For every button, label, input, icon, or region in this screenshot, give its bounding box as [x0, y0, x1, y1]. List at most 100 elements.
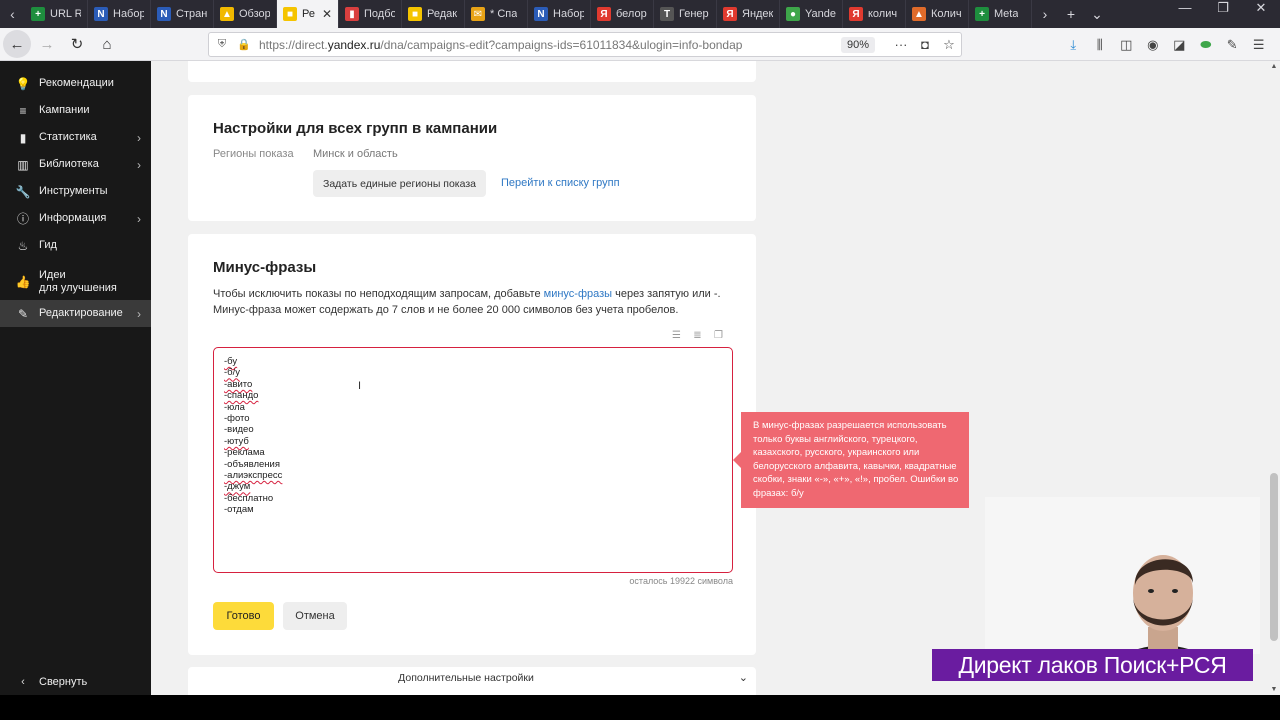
- library-icon: ▥: [17, 157, 29, 172]
- browser-tab[interactable]: ▮ Подбо: [339, 0, 402, 28]
- tab-close-icon[interactable]: ✕: [322, 7, 332, 21]
- toggle-extension-icon[interactable]: ⬬: [1193, 37, 1220, 53]
- minus-phrase-line: -б/у: [224, 367, 722, 378]
- page-scrollbar[interactable]: ▲ ▼: [1268, 61, 1280, 695]
- minus-phrases-link[interactable]: минус-фразы: [544, 288, 612, 300]
- browser-tab[interactable]: + URL R: [25, 0, 88, 28]
- browser-tab[interactable]: ✉ * Спа: [465, 0, 528, 28]
- wrench-icon: 🔧: [15, 184, 31, 199]
- more-dots-icon[interactable]: ···: [889, 37, 913, 52]
- download-icon[interactable]: ⤓: [1060, 37, 1087, 53]
- restore-icon[interactable]: ❐: [1204, 0, 1242, 28]
- bookmark-star-icon[interactable]: ☆: [937, 37, 961, 53]
- browser-tab[interactable]: ■ Редак: [402, 0, 465, 28]
- sidebar-item-lightbulb[interactable]: 💡 Рекомендации: [0, 70, 151, 97]
- chevron-down-icon[interactable]: ⌄: [739, 671, 748, 684]
- window-close-icon[interactable]: ✕: [1242, 0, 1280, 28]
- minus-phrase-text: -видео: [224, 424, 254, 436]
- minus-phrase-text: -юла: [224, 401, 245, 413]
- minus-phrase-line: -видео: [224, 424, 722, 435]
- browser-tab[interactable]: N Набор: [88, 0, 151, 28]
- sidebar-item-stack[interactable]: ≡ Кампании: [0, 97, 151, 124]
- new-tab-icon[interactable]: +: [1058, 6, 1084, 22]
- sidebar-item-info[interactable]: ⓘ Информация ›: [0, 205, 151, 232]
- menu-icon[interactable]: ☰: [1246, 37, 1273, 53]
- done-button[interactable]: Готово: [213, 602, 274, 630]
- sidebar-item-thumbs-up[interactable]: 👍 Идеи для улучшения: [0, 266, 151, 298]
- favicon-icon: ■: [408, 7, 422, 21]
- favicon-icon: N: [534, 7, 548, 21]
- account-icon[interactable]: ◉: [1140, 37, 1167, 53]
- dedupe-lines-icon[interactable]: ≣: [692, 330, 703, 341]
- sidebar-item-library[interactable]: ▥ Библиотека ›: [0, 151, 151, 178]
- sidebar-item-label: Библиотека: [39, 158, 99, 170]
- tab-label: Редак: [427, 8, 458, 20]
- browser-tab[interactable]: T Генер: [654, 0, 717, 28]
- guide-icon: ♨: [17, 238, 29, 253]
- chevron-right-icon: ›: [137, 130, 141, 145]
- browser-tab[interactable]: Яколич: [843, 0, 906, 28]
- pen-extension-icon[interactable]: ✎: [1219, 37, 1246, 53]
- sidebar-item-label-2: для улучшения: [39, 282, 117, 294]
- sidebar-item-guide[interactable]: ♨ Гид: [0, 232, 151, 259]
- pocket-icon[interactable]: ◘: [913, 37, 937, 52]
- browser-tab[interactable]: Я Яндек: [717, 0, 780, 28]
- sidebar-item-pencil[interactable]: ✎ Редактирование ›: [0, 300, 151, 327]
- sidebar-item-bar-chart[interactable]: ▮ Статистика ›: [0, 124, 151, 151]
- cancel-button[interactable]: Отмена: [283, 602, 347, 630]
- copy-icon[interactable]: ❐: [713, 330, 724, 341]
- toolbar-icons: ⤓ ⫼ ◫ ◉ ◪ ⬬ ✎ ☰: [1060, 28, 1272, 61]
- regions-value: Минск и область: [313, 148, 398, 160]
- browser-tab[interactable]: N Стран: [151, 0, 214, 28]
- tab-label: Обзор: [239, 8, 270, 20]
- scroll-up-icon[interactable]: ▲: [1268, 63, 1280, 70]
- pencil-icon: ✎: [17, 306, 29, 321]
- extra-settings-card[interactable]: Дополнительные настройки ⌄: [188, 667, 756, 695]
- scrollbar-thumb[interactable]: [1270, 473, 1278, 641]
- set-regions-button[interactable]: Задать единые регионы показа: [313, 170, 486, 197]
- minus-phrase-misspelled: -б/у: [224, 367, 240, 379]
- browser-tab[interactable]: Ябелор: [591, 0, 654, 28]
- minus-phrase-line: -бу: [224, 356, 722, 367]
- zoom-level[interactable]: 90%: [840, 36, 875, 53]
- minimize-icon[interactable]: —: [1166, 0, 1204, 28]
- home-icon[interactable]: ⌂: [93, 30, 121, 58]
- back-icon[interactable]: ←: [3, 30, 31, 58]
- minus-phrases-textarea[interactable]: I -бу -б/у -авито -спандо -юла -фото -видео -ют…: [213, 347, 733, 573]
- browser-tab[interactable]: ▲ Колич: [906, 0, 969, 28]
- info-icon: ⓘ: [16, 212, 29, 226]
- address-bar[interactable]: ⛨ 🔒 https://direct.yandex.ru/dna/campaig…: [208, 32, 962, 57]
- shield-icon[interactable]: ⛨: [213, 38, 231, 51]
- browser-tab[interactable]: N Набор: [528, 0, 591, 28]
- chevron-right-icon: ›: [137, 211, 141, 226]
- extension-icon[interactable]: ◪: [1166, 37, 1193, 53]
- browser-tab[interactable]: ● Yande: [780, 0, 843, 28]
- sidebar-toggle-icon[interactable]: ◫: [1113, 37, 1140, 53]
- browser-tab[interactable]: ▲ Обзор: [214, 0, 277, 28]
- scroll-down-icon[interactable]: ▼: [1268, 686, 1280, 693]
- minus-phrase-line: -бесплатно: [224, 493, 722, 504]
- tab-label: Ре: [302, 8, 315, 20]
- tab-scroll-left-icon[interactable]: ‹: [0, 0, 25, 28]
- groups-list-link[interactable]: Перейти к списку групп: [501, 177, 620, 189]
- minus-phrase-line: -юла: [224, 402, 722, 413]
- tab-label: * Спа: [490, 8, 518, 20]
- tab-scroll-right-icon[interactable]: ›: [1032, 6, 1058, 22]
- tab-label: Yande: [805, 8, 836, 20]
- tab-list-chevron-icon[interactable]: ⌄: [1084, 6, 1110, 23]
- minus-phrase-misspelled: -джум: [224, 481, 251, 493]
- browser-tab[interactable]: + Meta: [969, 0, 1032, 28]
- browser-tab[interactable]: ■ Ре ✕: [277, 0, 339, 28]
- sidebar-item-wrench[interactable]: 🔧 Инструменты: [0, 178, 151, 205]
- forward-icon[interactable]: →: [33, 30, 61, 58]
- remaining-chars: осталось 19922 символа: [629, 576, 733, 586]
- library-icon[interactable]: ⫼: [1087, 37, 1114, 53]
- bar-chart-icon: ▮: [19, 130, 27, 145]
- chevron-right-icon: ›: [137, 157, 141, 172]
- video-caption: Директ лаков Поиск+РСЯ: [932, 649, 1253, 681]
- collapse-sidebar-button[interactable]: ‹ Свернуть: [0, 675, 151, 689]
- reload-icon[interactable]: ↻: [63, 30, 91, 58]
- lock-icon[interactable]: 🔒: [235, 38, 253, 51]
- sort-lines-icon[interactable]: ☰: [671, 330, 682, 341]
- favicon-icon: Я: [597, 7, 611, 21]
